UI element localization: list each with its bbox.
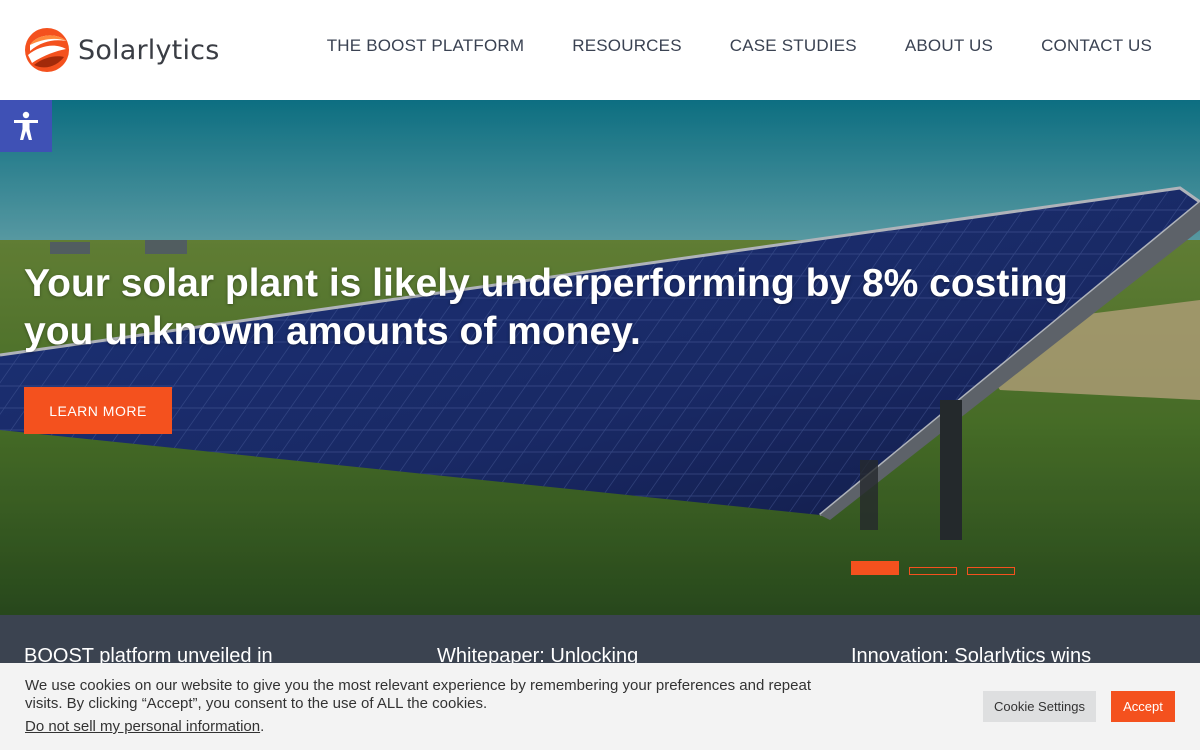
main-nav: THE BOOST PLATFORM RESOURCES CASE STUDIE…	[327, 36, 1152, 56]
cookie-settings-button[interactable]: Cookie Settings	[983, 691, 1096, 722]
nav-item-boost-platform[interactable]: THE BOOST PLATFORM	[327, 36, 525, 56]
do-not-sell-link[interactable]: Do not sell my personal information	[25, 718, 260, 735]
logo-icon	[25, 28, 69, 72]
slider-pagination	[851, 561, 1015, 575]
cookie-banner: We use cookies on our website to give yo…	[0, 663, 1200, 750]
cookie-link-suffix: .	[260, 718, 265, 735]
accessibility-button[interactable]	[0, 100, 52, 152]
accept-button[interactable]: Accept	[1111, 691, 1175, 722]
brand-name: Solarlytics	[78, 34, 220, 66]
cookie-message: We use cookies on our website to give yo…	[25, 677, 811, 712]
cookie-link-line: Do not sell my personal information.	[25, 718, 264, 735]
hero-overlay	[0, 100, 1200, 615]
nav-item-about-us[interactable]: ABOUT US	[905, 36, 993, 56]
logo[interactable]: Solarlytics	[24, 27, 220, 73]
site-header: Solarlytics THE BOOST PLATFORM RESOURCES…	[0, 0, 1200, 100]
hero-title: Your solar plant is likely underperformi…	[24, 262, 1068, 353]
hero-slider: Your solar plant is likely underperformi…	[0, 100, 1200, 615]
nav-item-contact-us[interactable]: CONTACT US	[1041, 36, 1152, 56]
nav-item-resources[interactable]: RESOURCES	[572, 36, 682, 56]
accessibility-icon	[14, 111, 38, 140]
slide-dot-2[interactable]	[909, 567, 957, 575]
slide-dot-1[interactable]	[851, 561, 899, 575]
learn-more-button[interactable]: LEARN MORE	[24, 387, 172, 434]
slide-dot-3[interactable]	[967, 567, 1015, 575]
nav-item-case-studies[interactable]: CASE STUDIES	[730, 36, 857, 56]
